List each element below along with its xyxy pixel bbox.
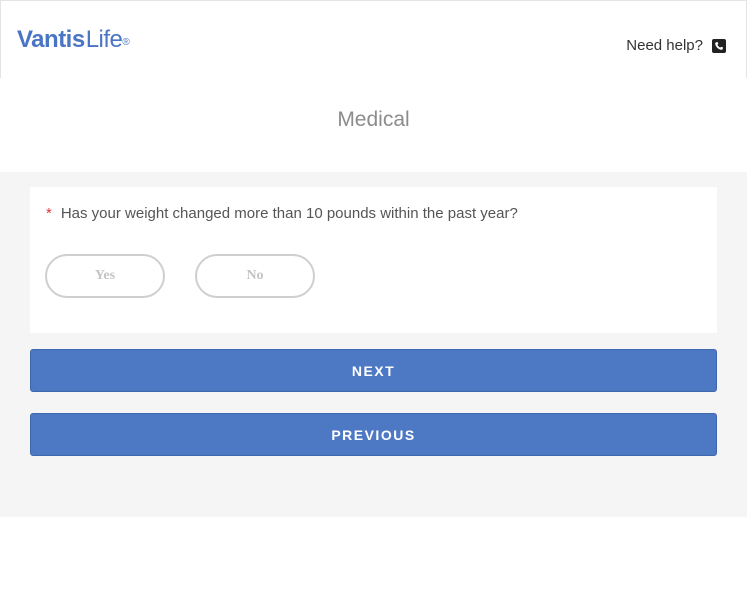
logo-word-vantis: Vantis xyxy=(17,26,85,53)
required-marker: * xyxy=(46,205,52,222)
need-help-label: Need help? xyxy=(626,37,703,54)
question-card: * Has your weight changed more than 10 po… xyxy=(30,187,717,333)
previous-button[interactable]: PREVIOUS xyxy=(30,413,717,456)
content-panel: * Has your weight changed more than 10 po… xyxy=(0,172,747,517)
page-title: Medical xyxy=(337,108,410,131)
logo-registered-mark: ® xyxy=(122,37,130,48)
next-button[interactable]: NEXT xyxy=(30,349,717,392)
vantis-life-logo[interactable]: VantisLife® xyxy=(17,25,130,55)
question-text-row: * Has your weight changed more than 10 po… xyxy=(46,205,518,222)
phone-icon[interactable] xyxy=(712,38,726,53)
question-text: Has your weight changed more than 10 pou… xyxy=(60,205,518,222)
header: VantisLife® Need help? xyxy=(0,0,747,78)
no-button[interactable]: No xyxy=(195,254,315,298)
need-help-link[interactable]: Need help? xyxy=(626,37,726,54)
title-band: Medical xyxy=(0,78,747,172)
logo-word-life: Life xyxy=(85,26,123,53)
yes-button[interactable]: Yes xyxy=(45,254,165,298)
